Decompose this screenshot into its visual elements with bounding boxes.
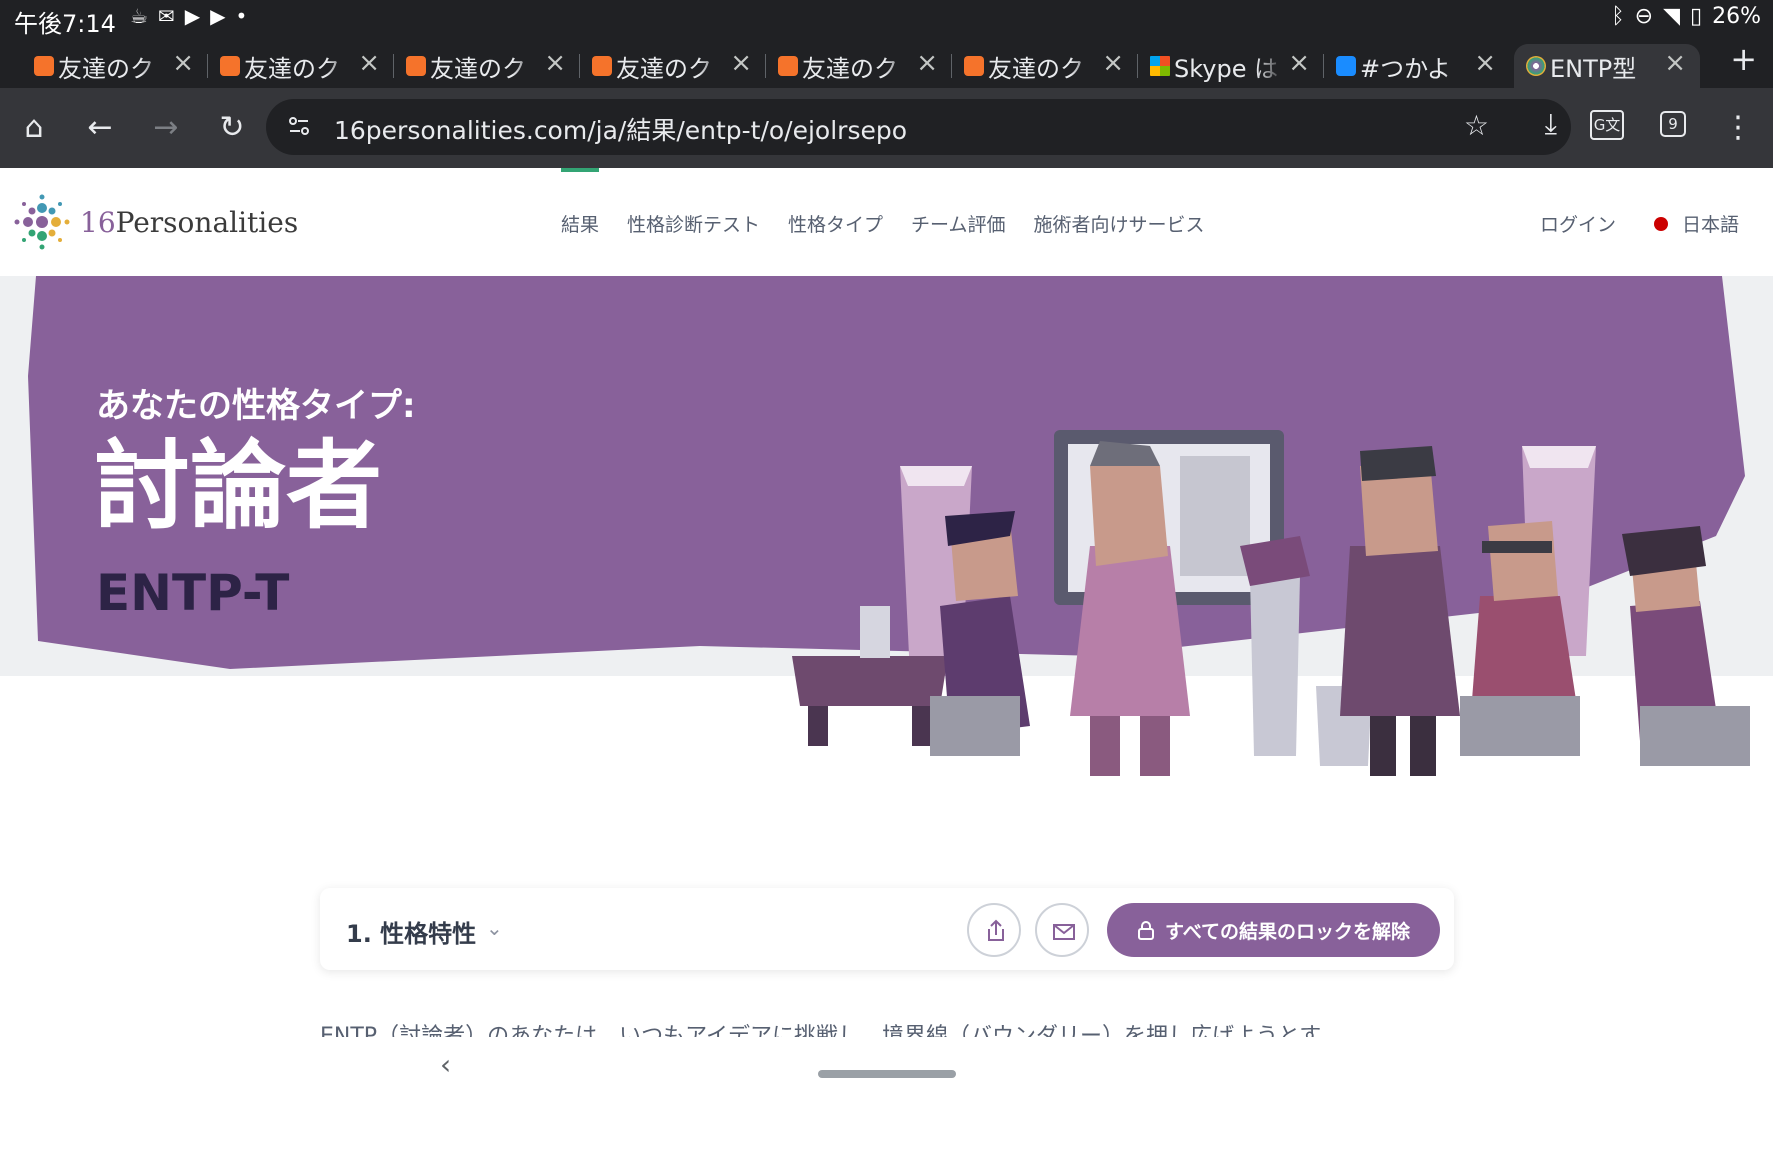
- section-bar: 1. 性格特性 ⌄ すべての結果のロックを解除: [320, 888, 1454, 970]
- address-bar[interactable]: 16personalities.com/ja/結果/entp-t/o/ejolr…: [266, 99, 1571, 155]
- tab-title: Skype は: [1174, 54, 1279, 83]
- nav-item-test[interactable]: 性格診断テスト: [627, 210, 760, 237]
- tab-title: 友達のク: [430, 54, 526, 83]
- language-label: 日本語: [1682, 214, 1740, 236]
- close-icon[interactable]: ×: [172, 48, 194, 78]
- lock-icon: [1138, 921, 1155, 940]
- nav-item-teams[interactable]: チーム評価: [911, 210, 1005, 237]
- system-back-icon[interactable]: ‹: [440, 1048, 451, 1081]
- tab-title: 友達のク: [802, 54, 898, 83]
- browser-tab[interactable]: 友達のク ×: [580, 44, 766, 88]
- browser-tab[interactable]: 友達のク ×: [394, 44, 580, 88]
- download-icon[interactable]: ⤓: [1545, 107, 1557, 141]
- skype-favicon-icon: [1150, 56, 1170, 76]
- chevron-down-icon[interactable]: ⌄: [486, 916, 503, 940]
- browser-tab[interactable]: #つかよ ×: [1324, 44, 1510, 88]
- bluetooth-icon: ᛒ: [1611, 4, 1625, 29]
- nav-item-professionals[interactable]: 施術者向けサービス: [1033, 210, 1204, 237]
- tab-title: 友達のク: [616, 54, 712, 83]
- browser-tab[interactable]: 友達のク ×: [952, 44, 1138, 88]
- close-icon[interactable]: ×: [358, 48, 380, 78]
- favicon-icon: [964, 56, 984, 76]
- close-icon[interactable]: ×: [1664, 48, 1686, 78]
- url-text[interactable]: 16personalities.com/ja/結果/entp-t/o/ejolr…: [334, 111, 907, 147]
- clock: 午後7:14: [14, 10, 116, 38]
- browser-tab[interactable]: 友達のク ×: [208, 44, 394, 88]
- intro-paragraph: ENTP（討論者）のあなたは、いつもアイデアに挑戦し、境界線（バウンダリー）を押…: [320, 1024, 1322, 1037]
- browser-tab[interactable]: Skype は ×: [1138, 44, 1324, 88]
- wifi-icon: ◥: [1663, 4, 1680, 29]
- battery-icon: ▯: [1689, 4, 1703, 29]
- status-bar: 午後7:14 ☕✉▶▶• ᛒ ⊖ ◥ ▯ 26%: [0, 0, 1773, 38]
- email-button[interactable]: [1035, 903, 1089, 957]
- site-logo[interactable]: 16Personalities: [12, 192, 298, 252]
- main-nav: 結果 性格診断テスト 性格タイプ チーム評価 施術者向けサービス: [561, 210, 1205, 237]
- close-icon[interactable]: ×: [1288, 48, 1310, 78]
- battery-level: 26%: [1712, 4, 1761, 29]
- menu-icon[interactable]: ⋮: [1718, 108, 1758, 148]
- nav-item-types[interactable]: 性格タイプ: [788, 210, 883, 237]
- share-button[interactable]: [967, 903, 1021, 957]
- close-icon[interactable]: ×: [544, 48, 566, 78]
- mail-icon: [1053, 924, 1075, 940]
- favicon-icon: [592, 56, 612, 76]
- login-link[interactable]: ログイン: [1540, 210, 1616, 237]
- tab-strip: 友達のク × 友達のク × 友達のク × 友達のク × 友達のク × 友達のク …: [0, 36, 1773, 88]
- close-icon[interactable]: ×: [1102, 48, 1124, 78]
- site-settings-icon[interactable]: [286, 113, 312, 139]
- tab-title: ENTP型: [1550, 54, 1637, 83]
- browser-tab[interactable]: 友達のク ×: [766, 44, 952, 88]
- translate-icon[interactable]: G文: [1590, 110, 1624, 140]
- close-icon[interactable]: ×: [1474, 48, 1496, 78]
- tab-title: 友達のク: [988, 54, 1084, 83]
- browser-tab-active[interactable]: ENTP型 ×: [1514, 44, 1700, 88]
- nav-active-indicator: [561, 168, 599, 172]
- bookmark-star-icon[interactable]: ☆: [1464, 109, 1489, 142]
- dnd-icon: ⊖: [1634, 4, 1654, 29]
- notification-icons: ☕✉▶▶•: [130, 4, 258, 28]
- logo-dots-icon: [14, 194, 70, 250]
- share-icon: [988, 919, 1004, 941]
- web-page: 16Personalities 結果 性格診断テスト 性格タイプ チーム評価 施…: [0, 168, 1773, 1168]
- tab-title: 友達のク: [244, 54, 340, 83]
- favicon-icon: [220, 56, 240, 76]
- forward-icon[interactable]: →: [146, 108, 186, 148]
- nav-item-results[interactable]: 結果: [561, 210, 599, 237]
- section-selector[interactable]: 1. 性格特性: [346, 914, 476, 949]
- browser-tab[interactable]: 友達のク ×: [22, 44, 208, 88]
- close-icon[interactable]: ×: [916, 48, 938, 78]
- home-icon[interactable]: ⌂: [14, 108, 54, 148]
- new-tab-button[interactable]: +: [1730, 40, 1757, 78]
- hero-type-code: ENTP-T: [96, 564, 290, 622]
- favicon-icon: [778, 56, 798, 76]
- browser-toolbar: ⌂ ← → ↻ 16personalities.com/ja/結果/entp-t…: [0, 88, 1773, 168]
- 16p-favicon-icon: [1526, 56, 1546, 76]
- unlock-label: すべての結果のロックを解除: [1165, 920, 1410, 943]
- logo-wordmark: 16Personalities: [80, 205, 299, 239]
- tab-title: 友達のク: [58, 54, 154, 83]
- unlock-results-button[interactable]: すべての結果のロックを解除: [1107, 903, 1440, 957]
- hero-title: 討論者: [94, 430, 382, 542]
- tab-title: #つかよ: [1360, 54, 1451, 83]
- japan-flag-icon: [1654, 216, 1668, 231]
- hero-kicker: あなたの性格タイプ:: [96, 386, 416, 426]
- favicon-icon: [34, 56, 54, 76]
- language-selector[interactable]: 日本語: [1654, 210, 1739, 237]
- reload-icon[interactable]: ↻: [212, 108, 252, 148]
- close-icon[interactable]: ×: [730, 48, 752, 78]
- hero-banner: [28, 276, 1750, 776]
- home-gesture-pill[interactable]: [818, 1070, 956, 1078]
- system-icons: ᛒ ⊖ ◥ ▯ 26%: [1611, 4, 1761, 29]
- navigation-gesture-bar: ‹: [0, 1040, 1773, 1108]
- back-icon[interactable]: ←: [80, 108, 120, 148]
- p-favicon-icon: [1336, 56, 1356, 76]
- tab-count-button[interactable]: 9: [1660, 111, 1686, 137]
- favicon-icon: [406, 56, 426, 76]
